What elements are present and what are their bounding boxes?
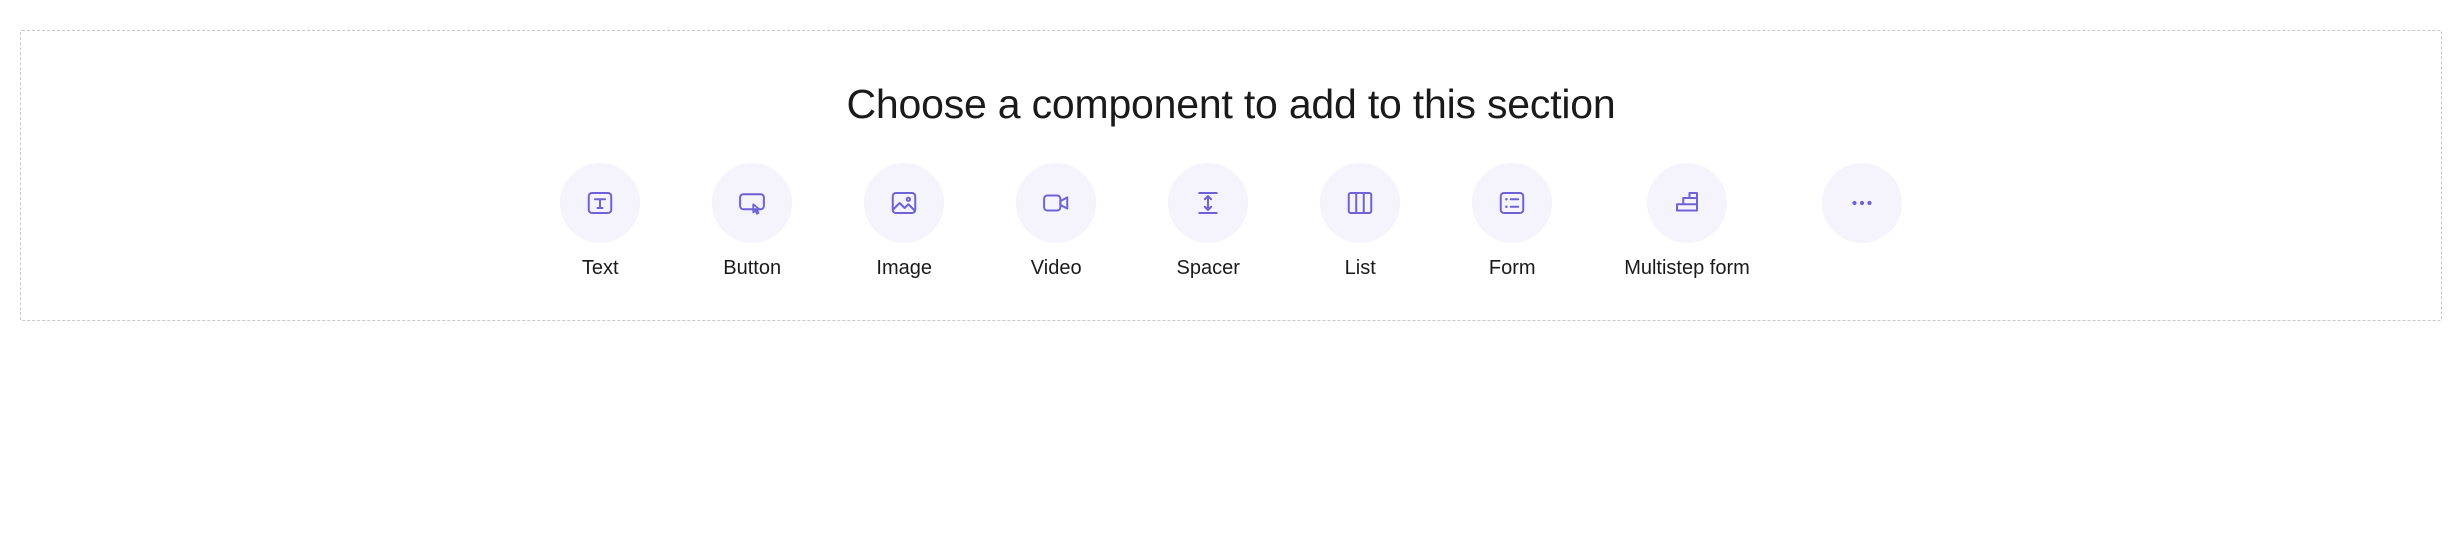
component-option-spacer[interactable]: Spacer <box>1168 163 1248 280</box>
component-option-form[interactable]: Form <box>1472 163 1552 280</box>
video-icon <box>1016 163 1096 243</box>
component-option-video[interactable]: Video <box>1016 163 1096 280</box>
component-option-text[interactable]: Text <box>560 163 640 280</box>
list-icon <box>1320 163 1400 243</box>
component-label: Form <box>1489 257 1536 280</box>
component-label: Text <box>582 257 619 280</box>
multistep-form-icon <box>1647 163 1727 243</box>
empty-section-dropzone: Choose a component to add to this sectio… <box>20 30 2442 321</box>
form-icon <box>1472 163 1552 243</box>
component-label: List <box>1345 257 1376 280</box>
more-icon <box>1822 163 1902 243</box>
section-heading: Choose a component to add to this sectio… <box>846 81 1615 128</box>
image-icon <box>864 163 944 243</box>
component-option-button[interactable]: Button <box>712 163 792 280</box>
component-option-more[interactable] <box>1822 163 1902 257</box>
component-option-list[interactable]: List <box>1320 163 1400 280</box>
component-label: Image <box>876 257 932 280</box>
component-option-image[interactable]: Image <box>864 163 944 280</box>
component-label: Spacer <box>1177 257 1240 280</box>
component-option-multistep-form[interactable]: Multistep form <box>1624 163 1750 280</box>
component-label: Multistep form <box>1624 257 1750 280</box>
component-label: Button <box>723 257 781 280</box>
component-picker-row: Text Button Image <box>560 163 1902 280</box>
button-icon <box>712 163 792 243</box>
spacer-icon <box>1168 163 1248 243</box>
component-label: Video <box>1031 257 1082 280</box>
text-icon <box>560 163 640 243</box>
